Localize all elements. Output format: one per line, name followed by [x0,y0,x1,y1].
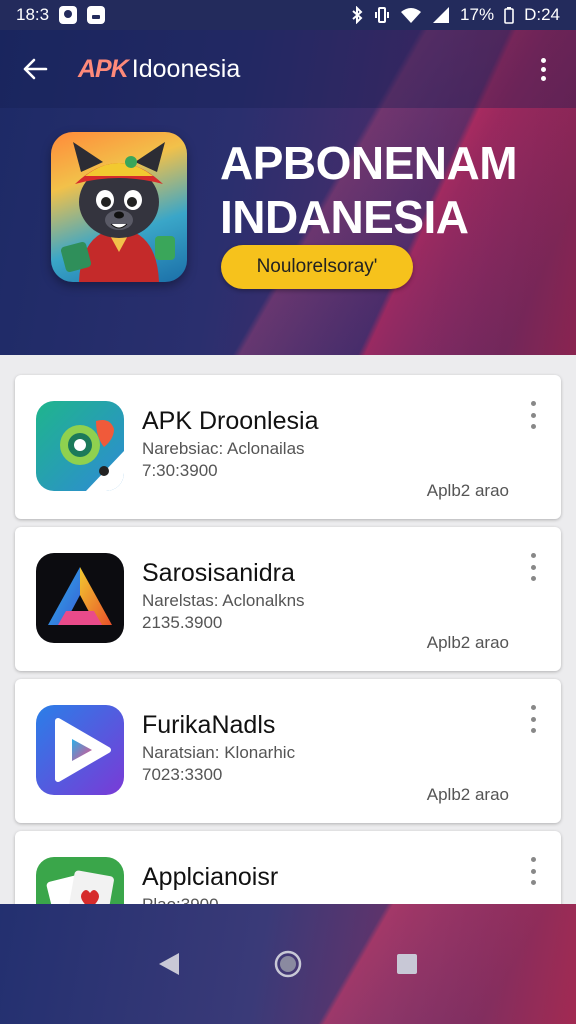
app-number: 2135.3900 [142,613,223,632]
more-vert-icon [530,401,536,406]
app-name: FurikaNadls [142,711,276,739]
app-meta: Aplb2 arao [426,633,509,652]
more-vert-icon [530,705,536,710]
header-area: APK Idoonesia APBONENAM INDANESIA Noulor… [0,30,576,355]
mascot-app-icon[interactable] [51,132,187,282]
app-title-text: Idoonesia [131,54,241,83]
back-button[interactable] [18,52,52,86]
nav-recents-button[interactable] [385,942,429,986]
more-vert-dot [530,564,536,570]
hero-action-button[interactable]: Noulorelsoray' [221,245,413,289]
app-card-3[interactable]: FurikaNadls Naratsian: Klonarhic 7023:33… [15,679,561,823]
more-vert-icon [530,553,536,558]
app-meta: Aplb2 arao [426,481,509,500]
app-name: Applcianoisr [142,863,279,891]
more-vert-dot [530,716,536,722]
more-vert-dot [540,66,546,72]
nav-back-button[interactable] [147,942,191,986]
status-time: D:24 [524,5,560,24]
system-navigation-bar [0,904,576,1024]
hero-banner: APBONENAM INDANESIA Noulorelsoray' [0,108,576,355]
more-vert-dot [530,728,536,733]
card-more-button[interactable] [523,705,543,733]
app-number: 7:30:3900 [142,461,218,480]
nav-recents-icon [396,954,417,974]
card-more-button[interactable] [523,857,543,885]
more-vert-icon [540,57,546,63]
hero-title-line1: APBONENAM [220,137,518,189]
more-vert-icon [530,857,536,862]
app-card-2[interactable]: Sarosisanidra Narelstas: Aclonalkns 2135… [15,527,561,671]
app-subtitle: Narelstas: Aclonalkns [142,591,305,610]
notification-icon [59,6,78,24]
status-bar: 18:3 17% D:24 [0,0,576,30]
nav-home-button[interactable] [266,942,310,986]
app-subtitle: Narebsiac: Aclonailas [142,439,305,458]
nav-home-icon [274,950,302,978]
status-left: 18:3 [16,5,106,25]
more-vert-dot [530,412,536,418]
app-title: APK Idoonesia [78,55,240,84]
hero-title: APBONENAM INDANESIA [220,136,550,244]
nav-back-icon [159,953,180,975]
map-pin-icon [36,401,124,491]
card-more-button[interactable] [523,553,543,581]
app-number: 7023:3300 [142,765,223,784]
arrow-left-icon [23,58,48,80]
app-name: Sarosisanidra [142,559,295,587]
vibrate-icon [374,6,390,24]
more-vert-dot [530,576,536,581]
app-card-1[interactable]: APK Droonlesia Narebsiac: Aclonailas 7:3… [15,375,561,519]
gallery-notification-icon [87,6,106,24]
more-vert-dot [530,868,536,874]
battery-icon [504,6,514,24]
hero-title-line2: INDANESIA [220,191,469,243]
app-bar: APK Idoonesia [0,30,576,108]
signal-icon [432,6,450,24]
card-more-button[interactable] [523,401,543,429]
app-title-brand: APK [78,54,129,83]
more-vert-dot [530,880,536,885]
more-vert-dot [540,75,546,81]
app-subtitle: Naratsian: Klonarhic [142,743,296,762]
more-vert-dot [530,424,536,429]
more-options-button[interactable] [528,52,558,86]
battery-percent: 17% [460,5,495,24]
play-icon [36,705,124,795]
app-name: APK Droonlesia [142,407,319,435]
triangle-logo-icon [36,553,124,643]
wifi-icon [400,6,422,24]
status-right: 17% D:24 [350,5,560,25]
bluetooth-icon [350,6,364,24]
app-list: APK Droonlesia Narebsiac: Aclonailas 7:3… [15,375,561,983]
app-meta: Aplb2 arao [426,785,509,804]
status-time-left: 18:3 [16,5,50,24]
